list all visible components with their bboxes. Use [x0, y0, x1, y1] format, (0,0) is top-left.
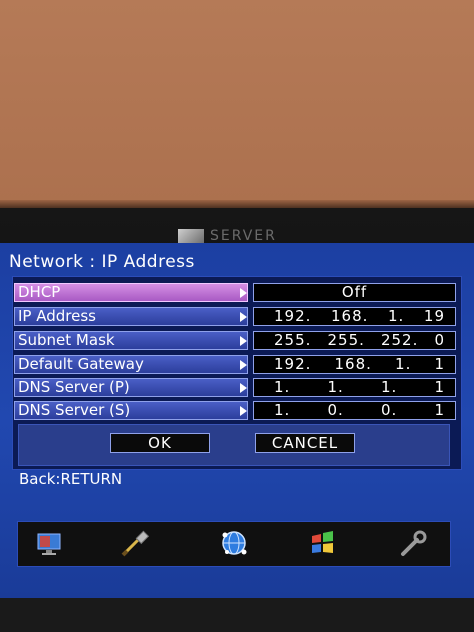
ip-address-value[interactable]: 192. 168. 1. 19 — [253, 307, 456, 326]
row-label[interactable]: DNS Server (S) — [14, 401, 248, 420]
row-label[interactable]: DNS Server (P) — [14, 378, 248, 397]
octet-4: 0 — [434, 331, 445, 349]
arrow-right-icon — [240, 336, 247, 346]
arrow-right-icon — [240, 360, 247, 370]
octet-3: 252. — [380, 331, 419, 349]
subnet-mask-value[interactable]: 255. 255. 252. 0 — [253, 331, 456, 350]
octet-4: 1 — [434, 401, 445, 419]
back-hint: Back:RETURN — [19, 470, 123, 488]
octet-2: 1. — [327, 378, 344, 396]
row-label[interactable]: DHCP — [14, 283, 248, 302]
arrow-right-icon — [240, 288, 247, 298]
octet-2: 168. — [331, 307, 369, 325]
button-area — [18, 424, 450, 466]
octet-4: 1 — [434, 355, 445, 373]
octet-3: 1. — [380, 378, 398, 396]
row-label[interactable]: IP Address — [14, 307, 248, 326]
octet-4: 19 — [423, 307, 445, 325]
arrow-right-icon — [240, 406, 247, 416]
setting-row-default-gateway[interactable]: Default Gateway 192. 168. 1. 1 — [14, 355, 456, 374]
octet-4: 1 — [434, 378, 445, 396]
octet-3: 1. — [388, 307, 405, 325]
dhcp-value[interactable]: Off — [253, 283, 456, 302]
row-label[interactable]: Subnet Mask — [14, 331, 248, 350]
dns-primary-value[interactable]: 1. 1. 1. 1 — [253, 378, 456, 397]
cancel-button[interactable]: CANCEL — [255, 433, 355, 453]
octet-1: 255. — [274, 331, 312, 349]
windows-flag-icon[interactable] — [306, 528, 338, 558]
setting-row-dns-secondary[interactable]: DNS Server (S) 1. 0. 0. 1 — [14, 401, 456, 420]
row-label[interactable]: Default Gateway — [14, 355, 248, 374]
page-title: Network : IP Address — [9, 252, 195, 272]
octet-2: 0. — [327, 401, 344, 419]
background-logo: SERVER — [178, 228, 288, 244]
setting-row-dns-primary[interactable]: DNS Server (P) 1. 1. 1. 1 — [14, 378, 456, 397]
ok-button[interactable]: OK — [110, 433, 210, 453]
dns-secondary-value[interactable]: 1. 0. 0. 1 — [253, 401, 456, 420]
setting-row-subnet-mask[interactable]: Subnet Mask 255. 255. 252. 0 — [14, 331, 456, 350]
arrow-right-icon — [240, 312, 247, 322]
setting-row-ip-address[interactable]: IP Address 192. 168. 1. 19 — [14, 307, 456, 326]
octet-2: 255. — [327, 331, 365, 349]
octet-1: 192. — [274, 355, 312, 373]
arrow-right-icon — [240, 383, 247, 393]
cable-icon[interactable] — [120, 528, 152, 558]
octet-2: 168. — [334, 355, 372, 373]
octet-3: 1. — [395, 355, 412, 373]
setting-row-dhcp[interactable]: DHCP Off — [14, 283, 456, 302]
default-gateway-value[interactable]: 192. 168. 1. 1 — [253, 355, 456, 374]
octet-3: 0. — [380, 401, 398, 419]
wrench-icon[interactable] — [398, 528, 430, 558]
octet-1: 192. — [274, 307, 312, 325]
monitor-icon[interactable] — [34, 528, 66, 558]
network-globe-icon[interactable] — [218, 528, 250, 558]
tv-bottom-bezel — [0, 598, 474, 632]
octet-1: 1. — [274, 378, 291, 396]
octet-1: 1. — [274, 401, 291, 419]
